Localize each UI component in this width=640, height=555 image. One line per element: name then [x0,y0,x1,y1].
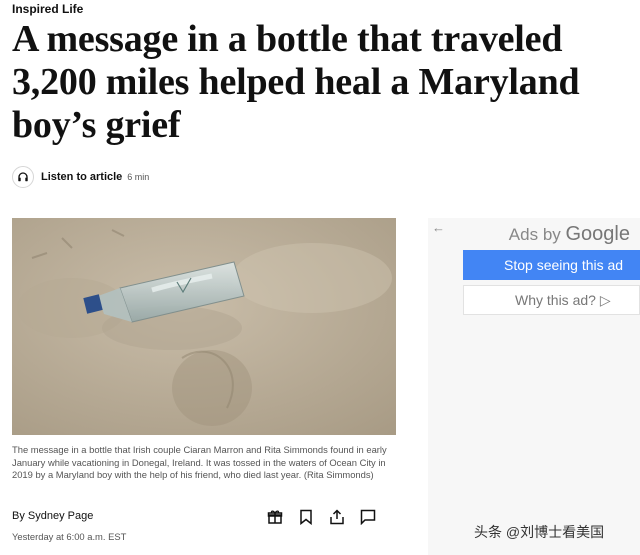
section-kicker[interactable]: Inspired Life [12,2,83,16]
headphones-icon[interactable] [12,166,34,188]
ad-panel: ← Ads by Google Stop seeing this ad Why … [428,218,640,555]
listen-label[interactable]: Listen to article [41,171,122,183]
gift-icon[interactable] [264,508,286,526]
listen-to-article[interactable]: Listen to article 6 min [12,166,149,188]
share-icon[interactable] [326,508,348,526]
byline-prefix: By [12,510,28,522]
why-this-ad-button[interactable]: Why this ad? ▷ [463,285,640,315]
back-arrow-icon[interactable]: ← [432,220,445,235]
comment-icon[interactable] [357,508,379,526]
google-logo: Google [565,223,631,245]
article-photo [12,218,396,435]
publish-timestamp: Yesterday at 6:00 a.m. EST [12,531,127,542]
byline: By Sydney Page [12,510,93,522]
bookmark-icon[interactable] [295,508,317,526]
page-title: A message in a bottle that traveled 3,20… [12,18,580,146]
photo-caption: The message in a bottle that Irish coupl… [12,444,387,481]
article-actions [264,508,388,526]
ads-by-label: Ads by [508,225,566,244]
listen-duration: 6 min [127,172,150,182]
ads-by-google-label: Ads by Google [509,223,630,246]
author-link[interactable]: Sydney Page [28,510,93,522]
watermark: 头条 @刘博士看美国 [474,524,605,540]
stop-seeing-ad-button[interactable]: Stop seeing this ad [463,250,640,280]
